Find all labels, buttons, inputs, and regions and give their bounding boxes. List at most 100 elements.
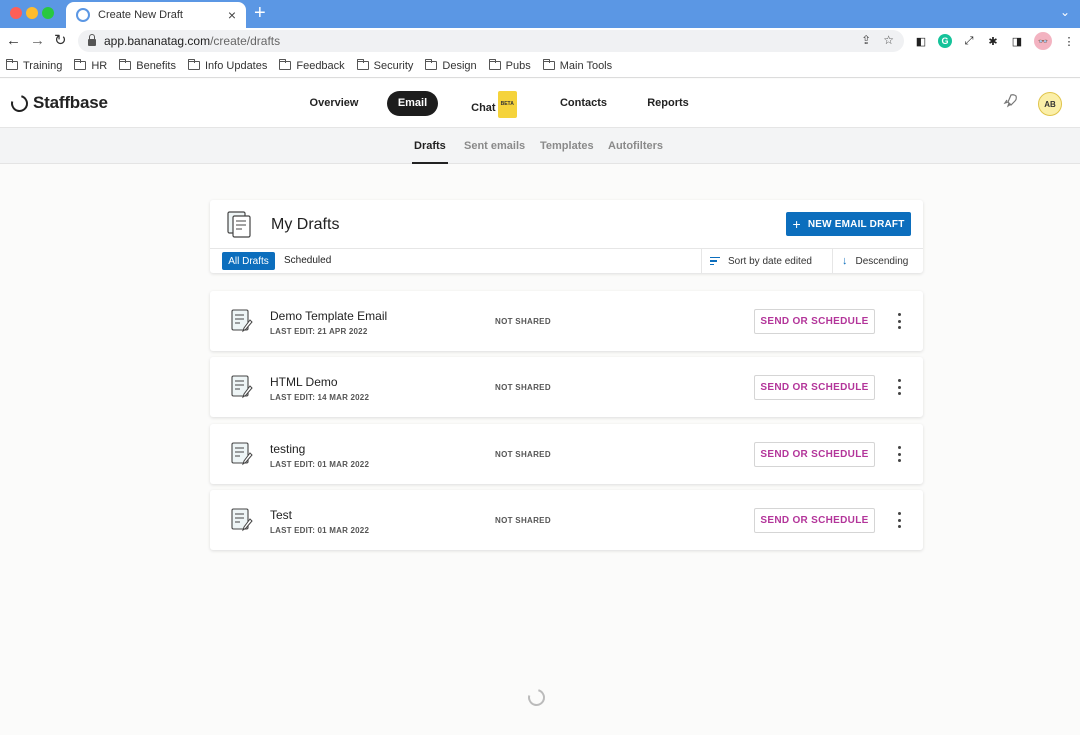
sidepanel-icon[interactable]: ◨ [1010, 34, 1024, 48]
draft-sharing-status: NOT SHARED [495, 516, 551, 525]
new-email-draft-button[interactable]: + NEW EMAIL DRAFT [786, 212, 911, 236]
folder-icon [488, 59, 501, 70]
folder-icon [356, 59, 369, 70]
bookmark-folder[interactable]: HR [74, 59, 108, 72]
draft-card[interactable]: HTML Demo LAST EDIT: 14 MAR 2022 NOT SHA… [210, 357, 923, 417]
draft-sharing-status: NOT SHARED [495, 383, 551, 392]
folder-icon [6, 59, 18, 70]
bookmark-label: Pubs [505, 59, 531, 72]
tab-close-icon[interactable]: × [222, 7, 242, 23]
bookmark-label: Training [23, 59, 63, 72]
browser-toolbar: ← → ↻ app.bananatag.com/create/drafts ⇪ … [0, 28, 1080, 54]
sort-direction-dropdown[interactable]: ↓ Descending [832, 249, 923, 273]
bookmark-folder[interactable]: Training [6, 59, 63, 72]
staffbase-favicon-icon [76, 8, 90, 22]
extension-icon[interactable]: ◧ [914, 34, 928, 48]
bookmark-label: Design [442, 59, 477, 72]
tab-templates[interactable]: Templates [540, 128, 594, 164]
nav-reports[interactable]: Reports [642, 91, 694, 116]
reload-icon[interactable]: ↻ [54, 32, 67, 50]
send-or-schedule-button[interactable]: SEND OR SCHEDULE [754, 375, 875, 400]
tab-sent-emails[interactable]: Sent emails [464, 128, 525, 164]
email-sub-nav: Drafts Sent emails Templates Autofilters [0, 128, 1080, 164]
draft-card[interactable]: Test LAST EDIT: 01 MAR 2022 NOT SHARED S… [210, 490, 923, 550]
bookmark-folder[interactable]: Feedback [279, 59, 345, 72]
bookmark-folder[interactable]: Info Updates [187, 59, 268, 72]
expand-icon[interactable]: ⤢ [962, 34, 976, 48]
window-minimize-button[interactable] [26, 7, 38, 19]
bookmark-label: Security [373, 59, 414, 72]
draft-last-edit: LAST EDIT: 01 MAR 2022 [270, 526, 370, 535]
browser-menu-icon[interactable]: ⋮ [1062, 34, 1076, 48]
url-path: /create/drafts [210, 34, 281, 48]
tab-autofilters[interactable]: Autofilters [608, 128, 663, 164]
draft-card[interactable]: testing LAST EDIT: 01 MAR 2022 NOT SHARE… [210, 424, 923, 484]
bookmark-folder[interactable]: Pubs [488, 59, 531, 72]
more-options-icon[interactable] [894, 446, 904, 462]
grammarly-icon[interactable]: G [938, 34, 952, 48]
puzzle-extensions-icon[interactable]: ✱ [986, 34, 1000, 48]
share-icon[interactable]: ⇪ [861, 33, 871, 47]
rocket-icon[interactable] [1002, 93, 1018, 114]
address-bar[interactable]: app.bananatag.com/create/drafts ⇪ ☆ [78, 30, 904, 52]
url-host: app.bananatag.com [104, 34, 211, 48]
tab-title: Create New Draft [98, 9, 183, 21]
draft-name[interactable]: HTML Demo [270, 375, 338, 389]
bookmark-folder[interactable]: Design [425, 59, 477, 72]
bookmark-label: Benefits [136, 59, 176, 72]
email-document-icon [231, 309, 253, 333]
back-arrow-icon[interactable]: ← [6, 32, 21, 50]
bookmark-label: HR [91, 59, 108, 72]
folder-icon [74, 59, 87, 70]
bookmark-label: Feedback [296, 59, 345, 72]
nav-chat-label: Chat [471, 102, 496, 114]
more-options-icon[interactable] [894, 512, 904, 528]
browser-tab-strip: Create New Draft × + ⌄ [0, 0, 1080, 28]
url-text: app.bananatag.com/create/drafts [104, 34, 280, 48]
bookmark-folder[interactable]: Security [356, 59, 414, 72]
more-options-icon[interactable] [894, 379, 904, 395]
email-document-icon [231, 442, 253, 466]
bookmark-label: Info Updates [204, 59, 268, 72]
draft-name[interactable]: Demo Template Email [270, 309, 387, 323]
new-tab-button[interactable]: + [254, 3, 266, 23]
user-avatar[interactable]: AB [1038, 92, 1062, 116]
sort-lines-icon [710, 257, 720, 265]
draft-name[interactable]: testing [270, 442, 305, 456]
sort-direction-label: Descending [855, 255, 909, 267]
folder-icon [279, 59, 292, 70]
filter-scheduled[interactable]: Scheduled [284, 252, 331, 270]
nav-chat[interactable]: Chat BETA [464, 91, 524, 118]
sort-dropdown[interactable]: Sort by date edited [701, 249, 832, 273]
folder-icon [187, 59, 200, 70]
new-email-draft-label: NEW EMAIL DRAFT [807, 218, 905, 230]
draft-name[interactable]: Test [270, 508, 292, 522]
send-or-schedule-button[interactable]: SEND OR SCHEDULE [754, 442, 875, 467]
send-or-schedule-button[interactable]: SEND OR SCHEDULE [754, 508, 875, 533]
window-maximize-button[interactable] [42, 7, 54, 19]
bookmark-folder[interactable]: Main Tools [542, 59, 612, 72]
forward-arrow-icon[interactable]: → [30, 32, 45, 50]
tab-search-chevron-icon[interactable]: ⌄ [1060, 5, 1070, 19]
bookmark-folder[interactable]: Benefits [119, 59, 176, 72]
bookmark-star-icon[interactable]: ☆ [883, 33, 894, 47]
profile-avatar-icon[interactable]: 👓 [1034, 32, 1052, 50]
email-document-icon [231, 375, 253, 399]
window-close-button[interactable] [10, 7, 22, 19]
lock-icon [88, 33, 96, 46]
nav-contacts[interactable]: Contacts [555, 91, 612, 116]
filter-all-drafts[interactable]: All Drafts [222, 252, 275, 270]
draft-card[interactable]: Demo Template Email LAST EDIT: 21 APR 20… [210, 291, 923, 351]
tab-drafts[interactable]: Drafts [412, 128, 448, 164]
draft-last-edit: LAST EDIT: 14 MAR 2022 [270, 393, 370, 402]
nav-email[interactable]: Email [387, 91, 438, 116]
bookmarks-bar: Training HR Benefits Info Updates Feedba… [0, 54, 1080, 78]
plus-icon: + [792, 216, 801, 232]
browser-tab[interactable]: Create New Draft × [66, 2, 246, 28]
app-header: Staffbase Overview Email Chat BETA Contac… [0, 79, 1080, 128]
arrow-down-icon: ↓ [842, 255, 848, 267]
send-or-schedule-button[interactable]: SEND OR SCHEDULE [754, 309, 875, 334]
loading-spinner-icon [524, 685, 549, 710]
nav-overview[interactable]: Overview [306, 91, 362, 116]
more-options-icon[interactable] [894, 313, 904, 329]
